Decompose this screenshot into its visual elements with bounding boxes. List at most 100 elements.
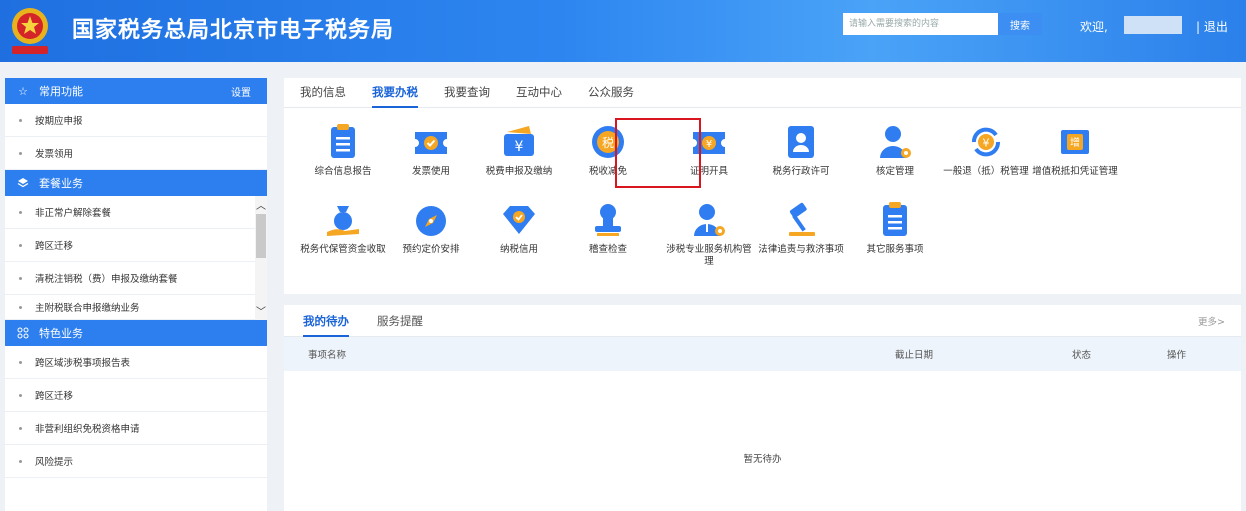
- sidebar-item-label: 风险提示: [35, 457, 74, 468]
- svg-text:¥: ¥: [706, 139, 712, 150]
- service-custodial-funds[interactable]: 税务代保管资金收取: [293, 200, 393, 256]
- bullet-icon: [19, 305, 22, 309]
- stamp-icon: [595, 204, 621, 236]
- layers-icon: [17, 177, 29, 189]
- tab-handle-tax[interactable]: 我要办税: [372, 84, 418, 108]
- bullet-icon: [19, 426, 22, 430]
- service-pricing-arrangement[interactable]: 预约定价安排: [381, 200, 481, 256]
- yuan-refresh-icon: ¥: [971, 127, 1001, 157]
- table-header: 事项名称 截止日期 状态 操作: [284, 337, 1241, 371]
- service-inspection[interactable]: 稽查检查: [558, 200, 658, 256]
- bullet-icon: [19, 243, 22, 247]
- service-professional-agency[interactable]: 涉税专业服务机构管理: [659, 200, 759, 268]
- gavel-icon: [789, 202, 815, 236]
- search-button[interactable]: 搜索: [998, 13, 1042, 35]
- empty-state-text: 暂无待办: [743, 454, 782, 465]
- logout-link[interactable]: | 退出: [1196, 18, 1228, 35]
- svg-text:增: 增: [1070, 136, 1080, 149]
- sidebar-section-featured[interactable]: 特色业务: [5, 320, 267, 346]
- section-title: 套餐业务: [39, 177, 83, 190]
- service-comprehensive-report[interactable]: 综合信息报告: [293, 122, 393, 178]
- sidebar-item-label: 跨区迁移: [35, 241, 74, 252]
- sidebar: ☆ 常用功能 设置 按期应申报 发票领用 套餐业务 非正常户解除套餐 跨区迁移 …: [5, 78, 267, 511]
- service-tax-credit[interactable]: 纳税信用: [469, 200, 569, 256]
- bullet-icon: [19, 360, 22, 364]
- scrollbar[interactable]: ︿ ﹀: [255, 196, 267, 320]
- scrollbar-thumb[interactable]: [256, 214, 266, 258]
- clipboard-icon: [331, 124, 355, 158]
- user-gear-icon: [880, 126, 911, 158]
- sidebar-item[interactable]: 清税注销税（费）申报及缴纳套餐: [5, 262, 267, 295]
- sidebar-item-label: 主附税联合申报缴纳业务: [35, 303, 140, 314]
- service-other[interactable]: 其它服务事项: [845, 200, 945, 256]
- sidebar-item[interactable]: 非营利组织免税资格申请: [5, 412, 267, 445]
- column-header: 状态: [1072, 350, 1092, 361]
- tab-my-todo[interactable]: 我的待办: [303, 305, 349, 337]
- tab-public-service[interactable]: 公众服务: [588, 84, 634, 107]
- bullet-icon: [19, 276, 22, 280]
- service-label: 税务行政许可: [772, 166, 830, 177]
- compass-icon: [416, 206, 446, 236]
- service-assessment[interactable]: 核定管理: [845, 122, 945, 178]
- service-label: 稽查检查: [588, 244, 627, 255]
- sidebar-item[interactable]: 跨区域涉税事项报告表: [5, 346, 267, 379]
- search-input[interactable]: [843, 13, 998, 35]
- section-title: 特色业务: [39, 327, 83, 340]
- tab-my-info[interactable]: 我的信息: [300, 84, 346, 107]
- svg-text:税: 税: [602, 136, 614, 150]
- column-header: 事项名称: [308, 350, 347, 361]
- tab-interaction[interactable]: 互动中心: [516, 84, 562, 107]
- service-label: 其它服务事项: [866, 244, 924, 255]
- chevron-down-icon[interactable]: ﹀: [256, 304, 266, 318]
- sidebar-item[interactable]: 非正常户解除套餐: [5, 196, 267, 229]
- column-header: 截止日期: [895, 350, 934, 361]
- sidebar-item[interactable]: 发票领用: [5, 137, 267, 170]
- user-info-gear-icon: [694, 204, 725, 236]
- service-label: 核定管理: [875, 166, 914, 177]
- star-icon: ☆: [18, 84, 28, 98]
- sidebar-item[interactable]: 跨区迁移: [5, 229, 267, 262]
- tab-service-reminder[interactable]: 服务提醒: [377, 305, 423, 337]
- service-legal-remedy[interactable]: 法律追责与救济事项: [751, 200, 851, 256]
- sidebar-item-label: 非营利组织免税资格申请: [35, 424, 140, 435]
- bullet-icon: [19, 118, 22, 122]
- sidebar-item-label: 按期应申报: [35, 116, 83, 127]
- chevron-up-icon[interactable]: ︿: [256, 198, 266, 212]
- bullet-icon: [19, 393, 22, 397]
- service-label: 综合信息报告: [314, 166, 372, 177]
- id-badge-icon: [788, 126, 814, 158]
- sidebar-item-label: 跨区域涉税事项报告表: [35, 358, 131, 369]
- sidebar-section-package[interactable]: 套餐业务: [5, 170, 267, 196]
- service-tax-filing[interactable]: ¥ 税费申报及缴纳: [469, 122, 569, 178]
- service-invoice-use[interactable]: 发票使用: [381, 122, 481, 178]
- tab-query[interactable]: 我要查询: [444, 84, 490, 107]
- service-label: 发票使用: [411, 166, 450, 177]
- more-link[interactable]: 更多>: [1198, 314, 1225, 328]
- main-tabs: 我的信息 我要办税 我要查询 互动中心 公众服务: [284, 78, 1241, 108]
- settings-link[interactable]: 设置: [231, 84, 251, 99]
- service-label: 预约定价安排: [402, 244, 460, 255]
- service-vat-deduction[interactable]: 增 增值税抵扣凭证管理: [1025, 122, 1125, 178]
- svg-text:¥: ¥: [983, 137, 990, 150]
- money-bag-hand-icon: [327, 206, 359, 236]
- username-redacted: [1124, 16, 1182, 34]
- list-icon: [883, 202, 907, 236]
- bullet-icon: [19, 459, 22, 463]
- todo-tabs: 我的待办 服务提醒 更多>: [284, 305, 1241, 337]
- service-admin-license[interactable]: 税务行政许可: [751, 122, 851, 178]
- top-header: 国家税务总局北京市电子税务局 搜索 欢迎, | 退出: [0, 0, 1246, 62]
- welcome-text: 欢迎,: [1080, 20, 1108, 34]
- service-label: 纳税信用: [499, 244, 538, 255]
- sidebar-item[interactable]: 风险提示: [5, 445, 267, 478]
- service-label: 一般退（抵）税管理: [943, 166, 1029, 177]
- sidebar-item[interactable]: 跨区迁移: [5, 379, 267, 412]
- service-tax-refund[interactable]: ¥ 一般退（抵）税管理: [936, 122, 1036, 178]
- diamond-check-icon: [503, 206, 535, 234]
- sidebar-section-common[interactable]: ☆ 常用功能 设置: [5, 78, 267, 104]
- tax-emblem-icon: [12, 8, 48, 54]
- sidebar-item[interactable]: 主附税联合申报缴纳业务: [5, 295, 267, 320]
- sidebar-item-label: 清税注销税（费）申报及缴纳套餐: [35, 274, 178, 285]
- sidebar-item[interactable]: 按期应申报: [5, 104, 267, 137]
- site-title: 国家税务总局北京市电子税务局: [72, 18, 395, 43]
- grid-icon: [17, 327, 29, 339]
